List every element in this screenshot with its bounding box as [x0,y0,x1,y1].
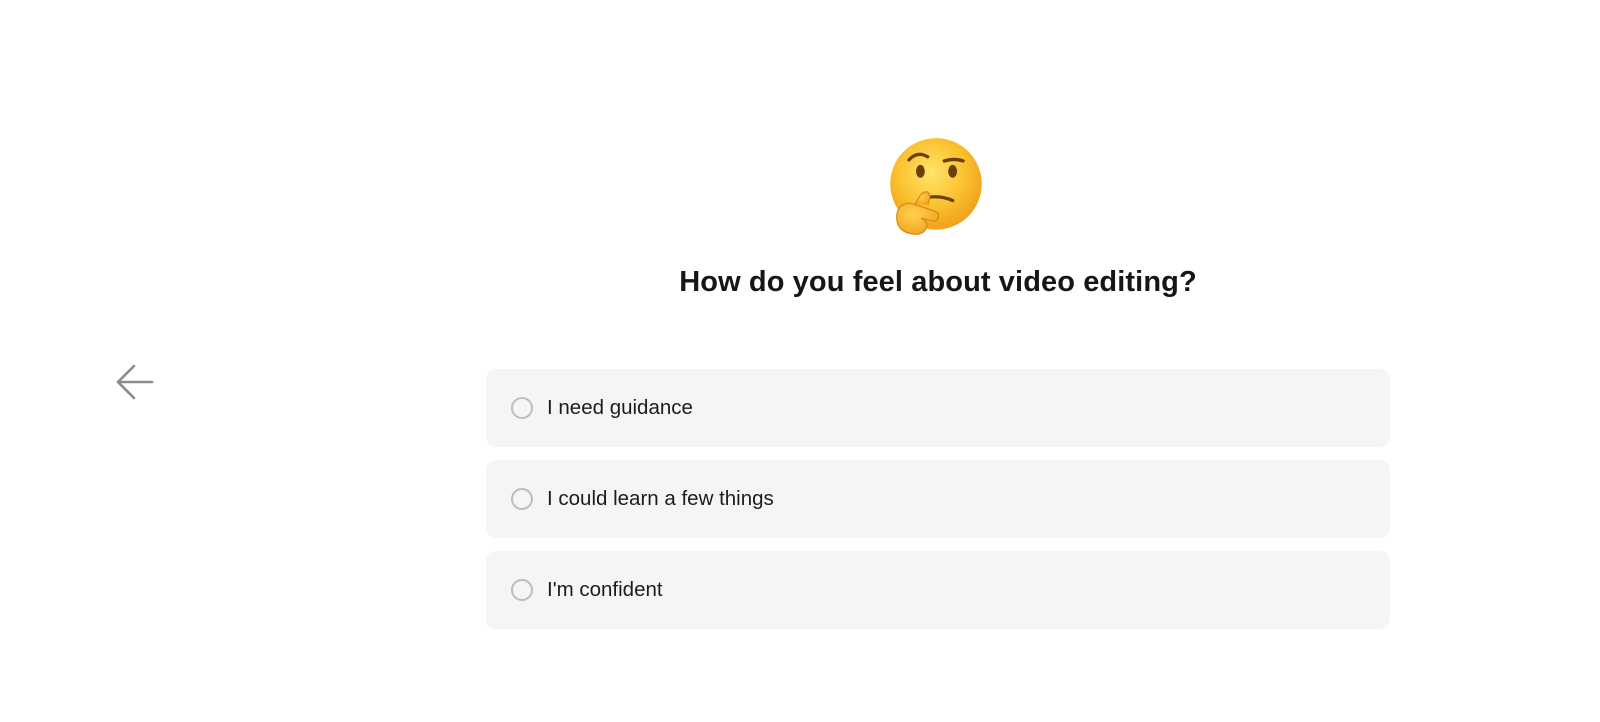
thinking-face-icon [890,138,982,235]
radio-button[interactable] [511,488,533,510]
option-learn-few-things[interactable]: I could learn a few things [486,460,1390,538]
option-label: I'm confident [547,578,663,601]
radio-button[interactable] [511,579,533,601]
survey-page: How do you feel about video editing? I n… [0,0,1600,722]
option-confident[interactable]: I'm confident [486,551,1390,629]
back-button[interactable] [112,360,156,404]
option-label: I could learn a few things [547,487,774,510]
radio-button[interactable] [511,397,533,419]
option-label: I need guidance [547,396,693,419]
option-need-guidance[interactable]: I need guidance [486,369,1390,447]
page-title: How do you feel about video editing? [679,266,1197,298]
answer-options: I need guidance I could learn a few thin… [486,369,1390,642]
arrow-left-icon [116,364,154,400]
